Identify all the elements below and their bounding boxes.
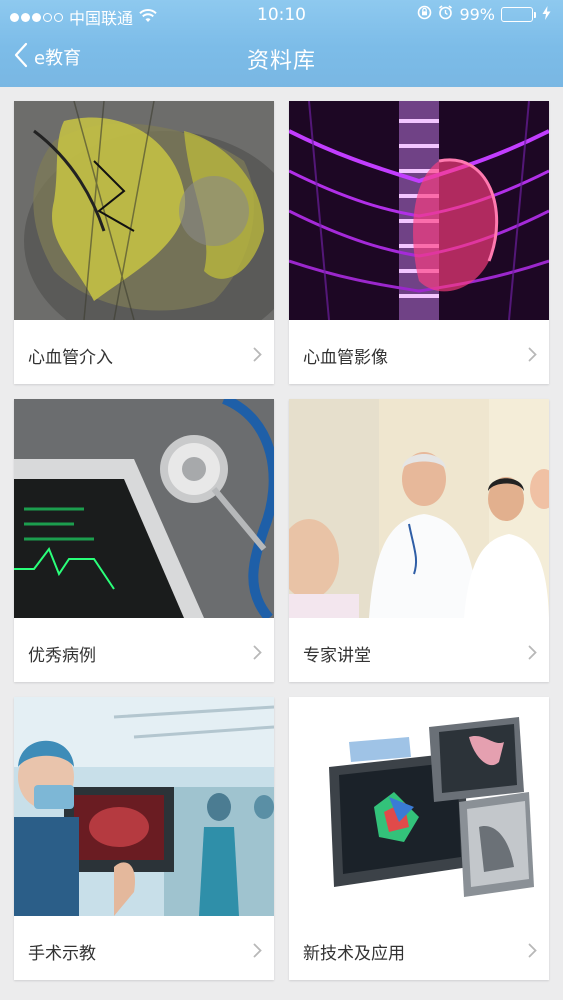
new-technology-image bbox=[289, 697, 549, 916]
cardiovascular-imaging-image bbox=[289, 101, 549, 320]
page-title: 资料库 bbox=[246, 49, 316, 74]
library-card-cardiovascular-imaging[interactable]: 心血管影像 bbox=[289, 101, 549, 384]
app-header: 中国联通 10:10 99% e教育 资料库 bbox=[0, 0, 563, 87]
library-card-surgical-demonstration[interactable]: 手术示教 bbox=[14, 697, 274, 980]
chevron-right-icon bbox=[528, 645, 537, 664]
surgical-demonstration-image bbox=[14, 697, 274, 916]
rotation-lock-icon bbox=[417, 5, 432, 24]
charging-icon bbox=[542, 5, 551, 24]
battery-percent: 99% bbox=[459, 5, 495, 24]
navigation-bar: e教育 资料库 bbox=[0, 30, 563, 87]
card-label-expert-lectures: 专家讲堂 bbox=[303, 646, 371, 666]
cardiovascular-intervention-image bbox=[14, 101, 274, 320]
library-card-cardiovascular-intervention[interactable]: 心血管介入 bbox=[14, 101, 274, 384]
chevron-right-icon bbox=[253, 943, 262, 962]
status-right: 99% bbox=[417, 5, 551, 24]
excellent-cases-image bbox=[14, 399, 274, 618]
card-label-excellent-cases: 优秀病例 bbox=[28, 646, 96, 666]
chevron-right-icon bbox=[253, 645, 262, 664]
expert-lectures-image bbox=[289, 399, 549, 618]
alarm-icon bbox=[438, 5, 453, 24]
library-card-expert-lectures[interactable]: 专家讲堂 bbox=[289, 399, 549, 682]
library-card-excellent-cases[interactable]: 优秀病例 bbox=[14, 399, 274, 682]
status-bar: 中国联通 10:10 99% bbox=[0, 0, 563, 30]
battery-icon bbox=[501, 7, 536, 22]
card-label-new-technology: 新技术及应用 bbox=[303, 944, 405, 964]
card-label-cardiovascular-intervention: 心血管介入 bbox=[28, 348, 113, 368]
chevron-right-icon bbox=[253, 347, 262, 366]
chevron-right-icon bbox=[528, 347, 537, 366]
card-label-surgical-demonstration: 手术示教 bbox=[28, 944, 96, 964]
library-card-new-technology[interactable]: 新技术及应用 bbox=[289, 697, 549, 980]
card-label-cardiovascular-imaging: 心血管影像 bbox=[303, 348, 388, 368]
chevron-right-icon bbox=[528, 943, 537, 962]
